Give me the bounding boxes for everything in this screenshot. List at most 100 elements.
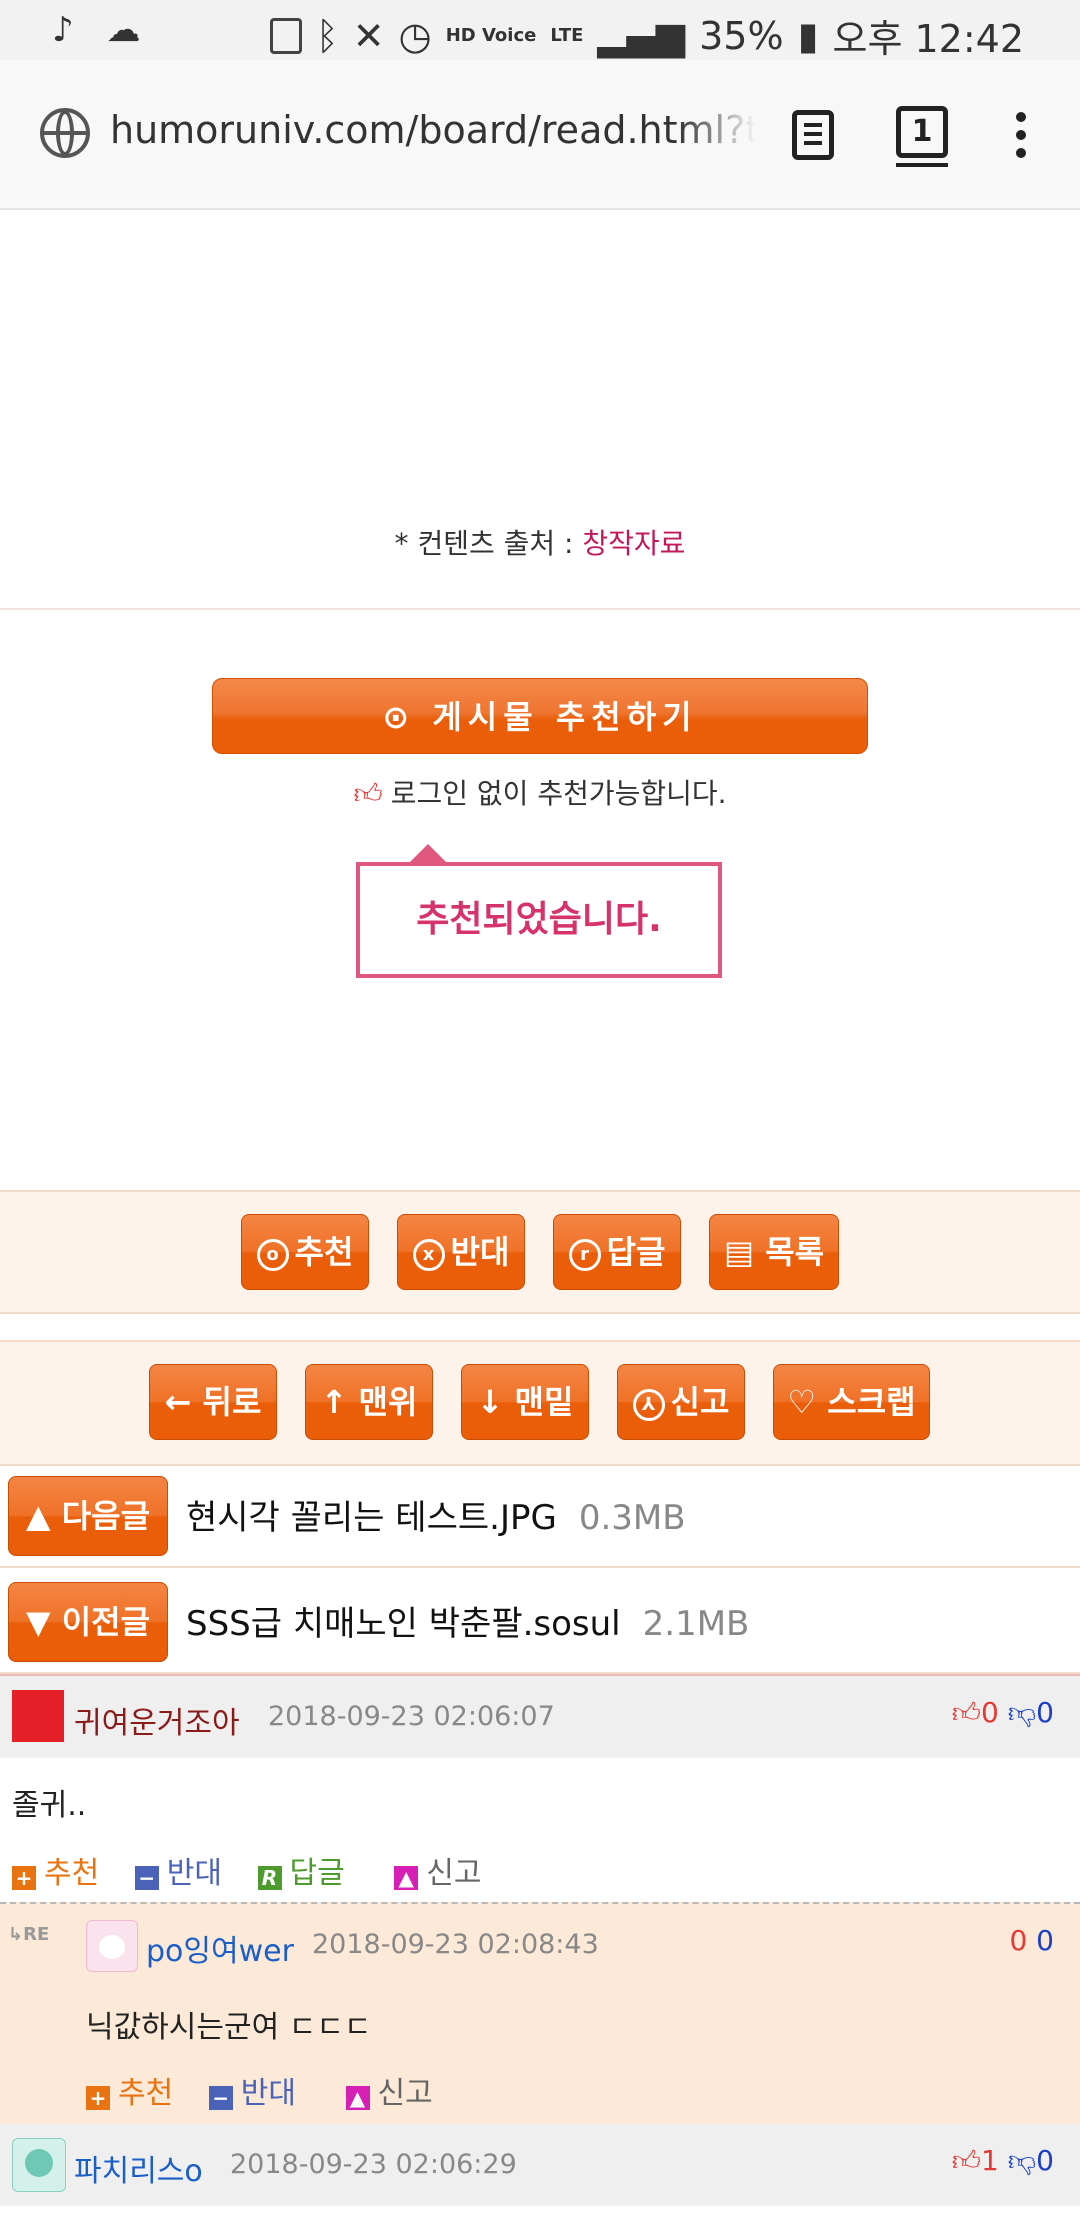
comment-report-button[interactable]: ▲ 신고 <box>345 2076 433 2111</box>
prev-post-size: 2.1MB <box>642 1604 750 1644</box>
prev-post-link[interactable]: SSS급 치매노인 박춘팔.sosul 2.1MB <box>186 1596 749 1645</box>
plus-icon: + <box>86 2086 110 2110</box>
prev-post-title: SSS급 치매노인 박춘팔.sosul <box>186 1604 621 1644</box>
url-field[interactable]: humoruniv.com/board/read.html?table= <box>110 108 756 152</box>
next-post-row[interactable]: ▲ 다음글 현시각 꼴리는 테스트.JPG 0.3MB <box>0 1462 1080 1568</box>
reply-arrow-icon: ↳RE <box>8 1924 50 1945</box>
minus-icon: − <box>208 2086 233 2110</box>
up-count: 0 <box>1009 1924 1028 1957</box>
avatar <box>12 2138 66 2192</box>
reply-r-icon: R <box>257 1866 282 1890</box>
reply-comment: ↳RE po잉여wer 2018-09-23 02:08:43 0 0 닉값하시… <box>0 1902 1080 2124</box>
post-action-bar: o 추천 x 반대 r 답글 ▤ 목록 <box>0 1190 1080 1314</box>
comment-recommend-button[interactable]: + 추천 <box>86 2076 173 2111</box>
circle-r-icon: r <box>568 1239 601 1271</box>
recommend-post-button[interactable]: ⊙ 게시물 추천하기 <box>212 678 868 754</box>
comment-oppose-button[interactable]: − 반대 <box>134 1856 222 1891</box>
prev-post-row[interactable]: ▼ 이전글 SSS급 치매노인 박춘팔.sosul 2.1MB <box>0 1568 1080 1674</box>
report-button[interactable]: ⅄ 신고 <box>617 1364 745 1440</box>
comment-date: 2018-09-23 02:08:43 <box>312 1929 599 1960</box>
avatar <box>12 1690 64 1742</box>
hd-voice-icon: HD Voice <box>445 24 537 46</box>
status-bar: ♪ ☁ ᛒ ✕ ◷ HD Voice LTE ▂▄▆ 35% ▮ 오후 12:4… <box>0 0 1080 63</box>
reader-mode-icon[interactable] <box>792 110 834 160</box>
content-source: * 컨텐츠 출처 : 창작자료 <box>0 522 1080 562</box>
comment-header: 귀여운거조아 2018-09-23 02:06:07 👍︎0 👎︎0 <box>0 1674 1080 1758</box>
thumbs-up-icon: 👍︎ <box>353 777 383 810</box>
next-post-link[interactable]: 현시각 꼴리는 테스트.JPG 0.3MB <box>186 1490 686 1539</box>
siren-icon: ▲ <box>345 2086 370 2110</box>
comment-oppose-button[interactable]: − 반대 <box>208 2076 296 2111</box>
network-type: LTE <box>550 24 584 46</box>
thumbs-up-icon[interactable]: 👍︎ <box>952 1696 981 1729</box>
plus-icon: + <box>12 1866 36 1890</box>
recommend-button[interactable]: o 추천 <box>241 1214 369 1290</box>
siren-icon: ▲ <box>394 1866 419 1890</box>
comment-actions: + 추천 − 반대 ▲ 신고 <box>86 2068 459 2112</box>
thumbs-down-icon[interactable]: 👎︎ <box>1008 2144 1036 2177</box>
comment-votes: 👍︎1 👎︎0 <box>952 2144 1054 2178</box>
next-post-size: 0.3MB <box>578 1498 686 1538</box>
source-prefix: * 컨텐츠 출처 : <box>394 527 583 560</box>
scroll-bottom-button[interactable]: ↓ 맨밑 <box>461 1364 589 1440</box>
back-button[interactable]: ← 뒤로 <box>149 1364 277 1440</box>
reply-label: 답글 <box>606 1233 666 1271</box>
status-right: ᛒ ✕ ◷ HD Voice LTE ▂▄▆ 35% ▮ 오후 12:42 <box>269 8 1024 63</box>
oppose-label: 반대 <box>450 1233 510 1271</box>
list-icon: ▤ <box>723 1233 766 1271</box>
bluetooth-icon: ᛒ <box>315 13 339 58</box>
comment-votes: 0 0 <box>1009 1924 1054 1957</box>
report-icon: ⅄ <box>632 1389 665 1421</box>
comment-text: 졸귀.. <box>12 1788 87 1823</box>
comment-actions: + 추천 − 반대 R 답글 ▲ 신고 <box>12 1848 507 1892</box>
cloud-icon: ☁ <box>106 10 141 50</box>
navigation-action-bar: ← 뒤로 ↑ 맨위 ↓ 맨밑 ⅄ 신고 ♡ 스크랩 <box>0 1340 1080 1466</box>
list-label: 목록 <box>765 1233 825 1271</box>
recommend-label: 추천 <box>294 1233 354 1271</box>
comment-header: 파치리스o 2018-09-23 02:06:29 👍︎1 👎︎0 <box>0 2124 1080 2206</box>
comment-votes: 👍︎0 👎︎0 <box>952 1696 1054 1730</box>
scroll-top-button[interactable]: ↑ 맨위 <box>305 1364 433 1440</box>
divider <box>0 608 1080 610</box>
comment-author[interactable]: po잉여wer <box>146 1926 294 1970</box>
browser-toolbar: humoruniv.com/board/read.html?table= 1 <box>0 60 1080 210</box>
mute-icon: ✕ <box>352 13 385 58</box>
recommend-toast: 추천되었습니다. <box>356 844 722 978</box>
circle-o-icon: o <box>256 1239 289 1271</box>
battery-saver-icon <box>269 17 302 54</box>
thumbs-up-icon[interactable]: 👍︎ <box>952 2144 981 2177</box>
comment-author[interactable]: 파치리스o <box>74 2146 203 2190</box>
thumbs-down-icon[interactable]: 👎︎ <box>1008 1696 1036 1729</box>
oppose-button[interactable]: x 반대 <box>397 1214 525 1290</box>
comment-report-button[interactable]: ▲ 신고 <box>394 1856 481 1891</box>
status-left-icons: ♪ ☁ <box>52 10 163 50</box>
comment-date: 2018-09-23 02:06:29 <box>230 2149 517 2180</box>
comment-reply-button[interactable]: R 답글 <box>257 1856 345 1891</box>
comment-date: 2018-09-23 02:06:07 <box>268 1701 555 1732</box>
reply-button[interactable]: r 답글 <box>553 1214 681 1290</box>
comment-text: 닉값하시는군여 ㄷㄷㄷ <box>86 2010 372 2045</box>
avatar <box>86 1920 138 1972</box>
next-post-title: 현시각 꼴리는 테스트.JPG <box>186 1498 557 1538</box>
alarm-icon: ◷ <box>398 13 432 58</box>
clock: 오후 12:42 <box>832 17 1024 61</box>
comment-recommend-button[interactable]: + 추천 <box>12 1856 99 1891</box>
overflow-menu-icon[interactable] <box>1016 112 1028 158</box>
list-button[interactable]: ▤ 목록 <box>709 1214 839 1290</box>
minus-icon: − <box>134 1866 159 1890</box>
report-label: 신고 <box>670 1383 730 1421</box>
next-post-button[interactable]: ▲ 다음글 <box>8 1476 168 1556</box>
scrap-button[interactable]: ♡ 스크랩 <box>773 1364 930 1440</box>
music-note-icon: ♪ <box>52 10 74 50</box>
circle-x-icon: x <box>412 1239 445 1271</box>
down-count: 0 <box>1036 1924 1054 1957</box>
tab-switcher-button[interactable]: 1 <box>896 106 948 167</box>
signal-icon: ▂▄▆ <box>597 13 686 58</box>
battery-icon: ▮ <box>797 13 819 58</box>
prev-post-button[interactable]: ▼ 이전글 <box>8 1582 168 1662</box>
globe-icon[interactable] <box>40 108 90 158</box>
source-link[interactable]: 창작자료 <box>582 527 685 560</box>
comment-author[interactable]: 귀여운거조아 <box>74 1698 240 1742</box>
recommend-note-text: 로그인 없이 추천가능합니다. <box>390 777 727 810</box>
battery-percent: 35% <box>699 13 784 58</box>
